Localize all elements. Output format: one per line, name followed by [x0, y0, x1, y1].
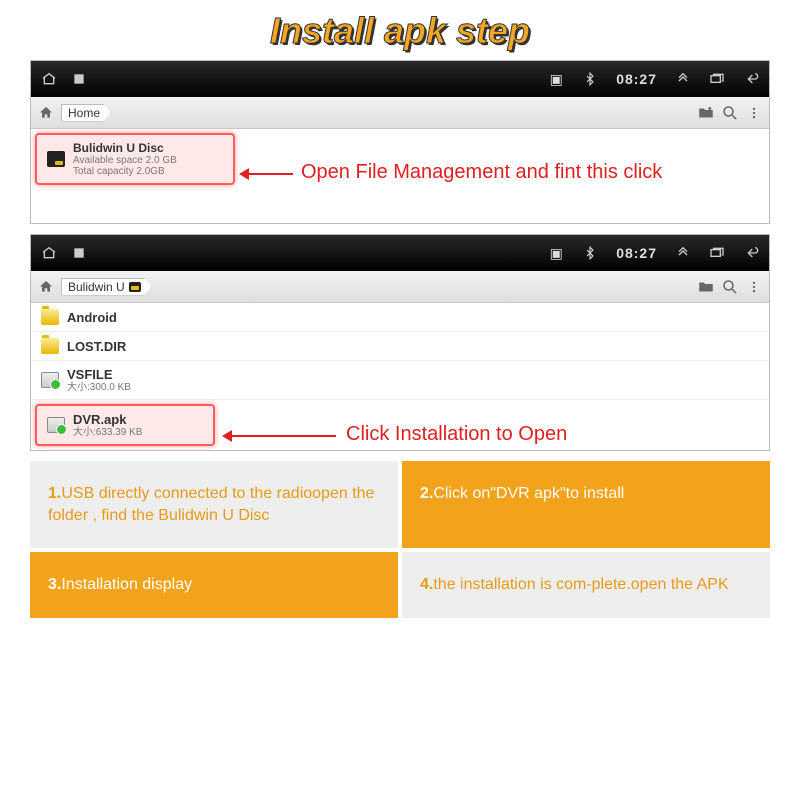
folder-lostdir[interactable]: LOST.DIR — [31, 332, 769, 361]
status-bar: ▣ 08:27 — [31, 235, 769, 271]
steps-grid: 1.USB directly connected to the radioope… — [30, 461, 770, 618]
file-name: DVR.apk — [73, 412, 142, 427]
annotation-open-file-mgmt: Open File Management and fint this click — [301, 161, 662, 184]
step-text: Click on"DVR apk"to install — [433, 485, 624, 502]
annotation-click-install: Click Installation to Open — [346, 423, 567, 446]
bluetooth-icon — [582, 245, 598, 261]
file-dvr-apk[interactable]: DVR.apk 大小:633.39 KB — [35, 404, 215, 446]
search-icon[interactable] — [721, 104, 739, 122]
step-num: 4. — [420, 576, 433, 593]
step-2: 2.Click on"DVR apk"to install — [402, 461, 770, 548]
storage-name: Bulidwin U Disc — [73, 141, 177, 155]
clock: 08:27 — [616, 245, 657, 261]
breadcrumb[interactable]: Home — [61, 104, 111, 122]
step-text: the installation is com-plete.open the A… — [433, 576, 728, 593]
step-num: 2. — [420, 485, 433, 502]
sdcard-icon — [47, 151, 65, 167]
sdcard-icon — [129, 282, 141, 292]
search-icon[interactable] — [721, 278, 739, 296]
stop-icon[interactable] — [71, 71, 87, 87]
overflow-icon[interactable] — [745, 278, 763, 296]
recent-apps-icon[interactable] — [709, 71, 725, 87]
toolbar: Bulidwin U — [31, 271, 769, 303]
panel-folder: ▣ 08:27 Bulidwin U Android LOST.DIR — [30, 234, 770, 451]
file-vsfile[interactable]: VSFILE 大小:300.0 KB — [31, 361, 769, 400]
file-name: Android — [67, 310, 117, 325]
breadcrumb-label: Bulidwin U — [68, 280, 125, 294]
cast-icon: ▣ — [548, 245, 564, 261]
step-4: 4.the installation is com-plete.open the… — [402, 552, 770, 618]
file-size: 大小:633.39 KB — [73, 427, 142, 438]
step-1: 1.USB directly connected to the radioope… — [30, 461, 398, 548]
cast-icon: ▣ — [548, 71, 564, 87]
step-text: Installation display — [61, 576, 192, 593]
home-outline-icon[interactable] — [41, 71, 57, 87]
step-3: 3.Installation display — [30, 552, 398, 618]
overflow-icon[interactable] — [745, 104, 763, 122]
back-icon[interactable] — [743, 71, 759, 87]
file-name: LOST.DIR — [67, 339, 126, 354]
chevron-up-icon[interactable] — [675, 71, 691, 87]
folder-icon — [41, 338, 59, 354]
storage-item-udisc[interactable]: Bulidwin U Disc Available space 2.0 GB T… — [35, 133, 235, 185]
stop-icon[interactable] — [71, 245, 87, 261]
step-text: USB directly connected to the radioopen … — [48, 485, 374, 524]
step-num: 3. — [48, 576, 61, 593]
storage-available: Available space 2.0 GB — [73, 155, 177, 166]
new-folder-icon[interactable] — [697, 104, 715, 122]
clock: 08:27 — [616, 71, 657, 87]
home-icon[interactable] — [37, 278, 55, 296]
folder-icon — [41, 309, 59, 325]
home-outline-icon[interactable] — [41, 245, 57, 261]
file-name: VSFILE — [67, 367, 131, 382]
folder-android[interactable]: Android — [31, 303, 769, 332]
file-icon — [41, 372, 59, 388]
back-icon[interactable] — [743, 245, 759, 261]
page-title: Install apk step — [30, 10, 770, 52]
storage-capacity: Total capacity 2.0GB — [73, 166, 177, 177]
bluetooth-icon — [582, 71, 598, 87]
recent-apps-icon[interactable] — [709, 245, 725, 261]
breadcrumb[interactable]: Bulidwin U — [61, 278, 152, 296]
toolbar: Home — [31, 97, 769, 129]
new-folder-icon[interactable] — [697, 278, 715, 296]
step-num: 1. — [48, 485, 61, 502]
home-icon[interactable] — [37, 104, 55, 122]
apk-icon — [47, 417, 65, 433]
status-bar: ▣ 08:27 — [31, 61, 769, 97]
breadcrumb-label: Home — [68, 106, 100, 120]
chevron-up-icon[interactable] — [675, 245, 691, 261]
file-size: 大小:300.0 KB — [67, 382, 131, 393]
panel-home: ▣ 08:27 Home Bulidwin U Disc Available s… — [30, 60, 770, 224]
